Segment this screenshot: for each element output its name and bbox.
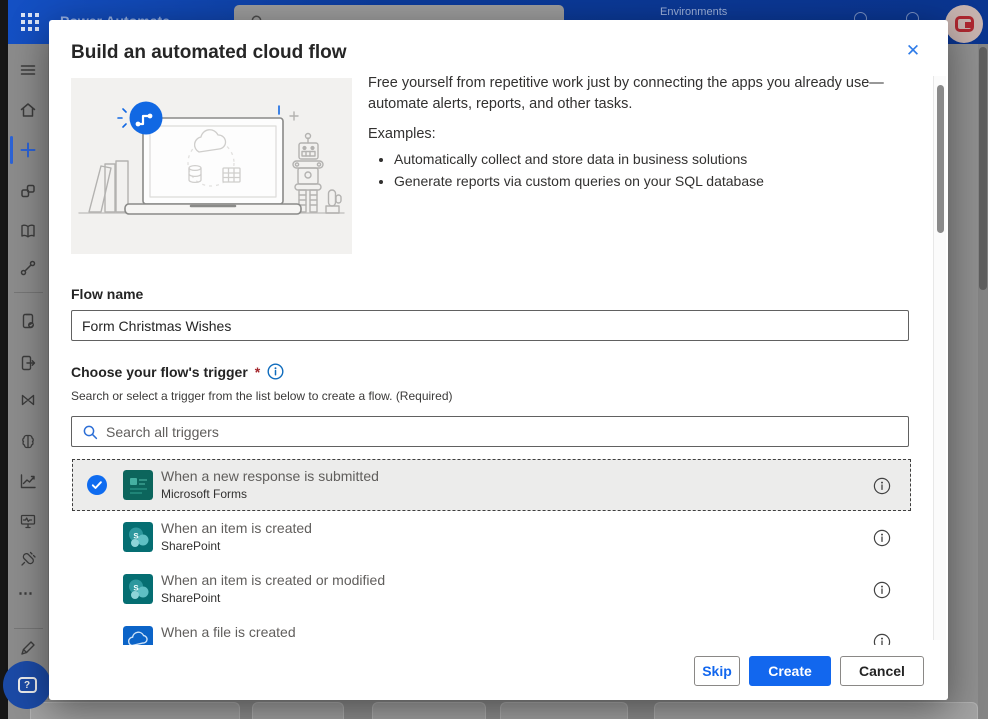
trigger-row-forms[interactable]: When a new response is submitted Microso… (72, 459, 911, 511)
trigger-row-sharepoint-created[interactable]: s When an item is created SharePoint (72, 511, 911, 563)
connectors-plug-icon[interactable] (18, 549, 38, 569)
app-launcher-waffle-icon[interactable] (18, 10, 42, 34)
dialog-description-block: Free yourself from repetitive work just … (368, 73, 924, 193)
background-table-cell (372, 702, 486, 719)
dialog-scrollbar (933, 76, 946, 640)
sharepoint-icon: s (123, 522, 153, 552)
more-ellipsis-icon[interactable]: ⋯ (18, 584, 34, 602)
trigger-text: When an item is created or modified Shar… (161, 571, 385, 606)
share-document-icon[interactable] (18, 353, 38, 373)
trigger-text: When a new response is submitted Microso… (161, 467, 379, 502)
help-bubble-icon: ? (18, 677, 37, 693)
selected-check-icon (87, 475, 107, 495)
help-fab-button[interactable]: ? (3, 661, 51, 709)
background-table-cell (500, 702, 628, 719)
background-table-cell (654, 702, 978, 719)
home-icon[interactable] (18, 100, 38, 120)
templates-icon[interactable] (18, 181, 38, 201)
sidebar-divider (14, 628, 43, 629)
avatar-logo (955, 16, 974, 32)
pen-icon[interactable] (18, 638, 38, 658)
info-icon[interactable] (873, 477, 891, 495)
trigger-section-label: Choose your flow's trigger (71, 364, 248, 380)
dialog-footer: Skip Create Cancel (49, 645, 948, 700)
info-icon[interactable] (873, 581, 891, 599)
trigger-section-header: Choose your flow's trigger * (71, 363, 284, 380)
machines-monitor-icon[interactable] (18, 511, 38, 531)
trigger-title: When an item is created or modified (161, 571, 385, 590)
dialog-title: Build an automated cloud flow (71, 42, 347, 64)
create-button[interactable]: Create (749, 656, 831, 686)
info-icon[interactable] (873, 529, 891, 547)
example-item: Automatically collect and store data in … (394, 149, 924, 170)
trigger-title: When an item is created (161, 519, 312, 538)
svg-text:s: s (133, 583, 139, 594)
trigger-list: When a new response is submitted Microso… (71, 458, 912, 645)
sharepoint-icon: s (123, 574, 153, 604)
screen: Power Automate Environments ⋯ (0, 0, 988, 719)
background-table-cell (30, 702, 240, 719)
info-icon[interactable] (873, 633, 891, 645)
background-table (8, 700, 978, 719)
examples-label: Examples: (368, 124, 924, 145)
create-plus-icon[interactable] (18, 140, 38, 160)
skip-button[interactable]: Skip (694, 656, 740, 686)
search-icon (82, 424, 99, 441)
trigger-service: SharePoint (161, 538, 312, 554)
trigger-info-icon[interactable] (267, 363, 284, 380)
account-avatar[interactable] (945, 5, 983, 43)
ai-hub-brain-icon[interactable] (18, 432, 38, 452)
activity-chart-icon[interactable] (18, 471, 38, 491)
background-table-cell (252, 702, 344, 719)
trigger-row-file-created[interactable]: When a file is created (72, 615, 911, 645)
trigger-service: Microsoft Forms (161, 486, 379, 502)
example-item: Generate reports via custom queries on y… (394, 171, 924, 192)
cloud-flow-illustration (71, 78, 352, 254)
trigger-text: When a file is created (161, 623, 296, 642)
trigger-title: When a new response is submitted (161, 467, 379, 486)
sidebar: ⋯ (8, 44, 49, 719)
flows-icon[interactable] (18, 258, 38, 278)
examples-list: Automatically collect and store data in … (368, 149, 924, 192)
trigger-search-input[interactable] (104, 418, 894, 445)
trigger-text: When an item is created SharePoint (161, 519, 312, 554)
trigger-help-text: Search or select a trigger from the list… (71, 389, 453, 403)
dialog-scrollbar-thumb[interactable] (937, 85, 944, 233)
microsoft-forms-icon (123, 470, 153, 500)
environments-button[interactable]: Environments (660, 6, 727, 18)
flow-name-input[interactable] (71, 310, 909, 341)
page-scrollbar (978, 44, 988, 719)
onedrive-icon (123, 626, 153, 645)
trigger-service: SharePoint (161, 590, 385, 606)
approvals-clipboard-icon[interactable] (18, 311, 38, 331)
footer-buttons: Skip Create Cancel (694, 656, 924, 686)
sidebar-divider (14, 292, 43, 293)
svg-text:s: s (133, 531, 139, 542)
menu-icon[interactable] (18, 60, 38, 80)
sidebar-selection-indicator (10, 136, 13, 164)
page-scrollbar-thumb[interactable] (979, 47, 987, 290)
required-marker: * (255, 364, 260, 380)
trigger-row-sharepoint-modified[interactable]: s When an item is created or modified Sh… (72, 563, 911, 615)
cancel-button[interactable]: Cancel (840, 656, 924, 686)
trigger-title: When a file is created (161, 623, 296, 642)
close-icon[interactable]: ✕ (902, 40, 924, 62)
trigger-search-box (71, 416, 909, 447)
build-flow-dialog: Build an automated cloud flow ✕ (49, 20, 948, 700)
flow-name-label: Flow name (71, 286, 143, 302)
description-text: Free yourself from repetitive work just … (368, 73, 924, 115)
learn-book-icon[interactable] (18, 221, 38, 241)
window-edge (0, 0, 8, 719)
process-mining-icon[interactable] (18, 390, 38, 410)
